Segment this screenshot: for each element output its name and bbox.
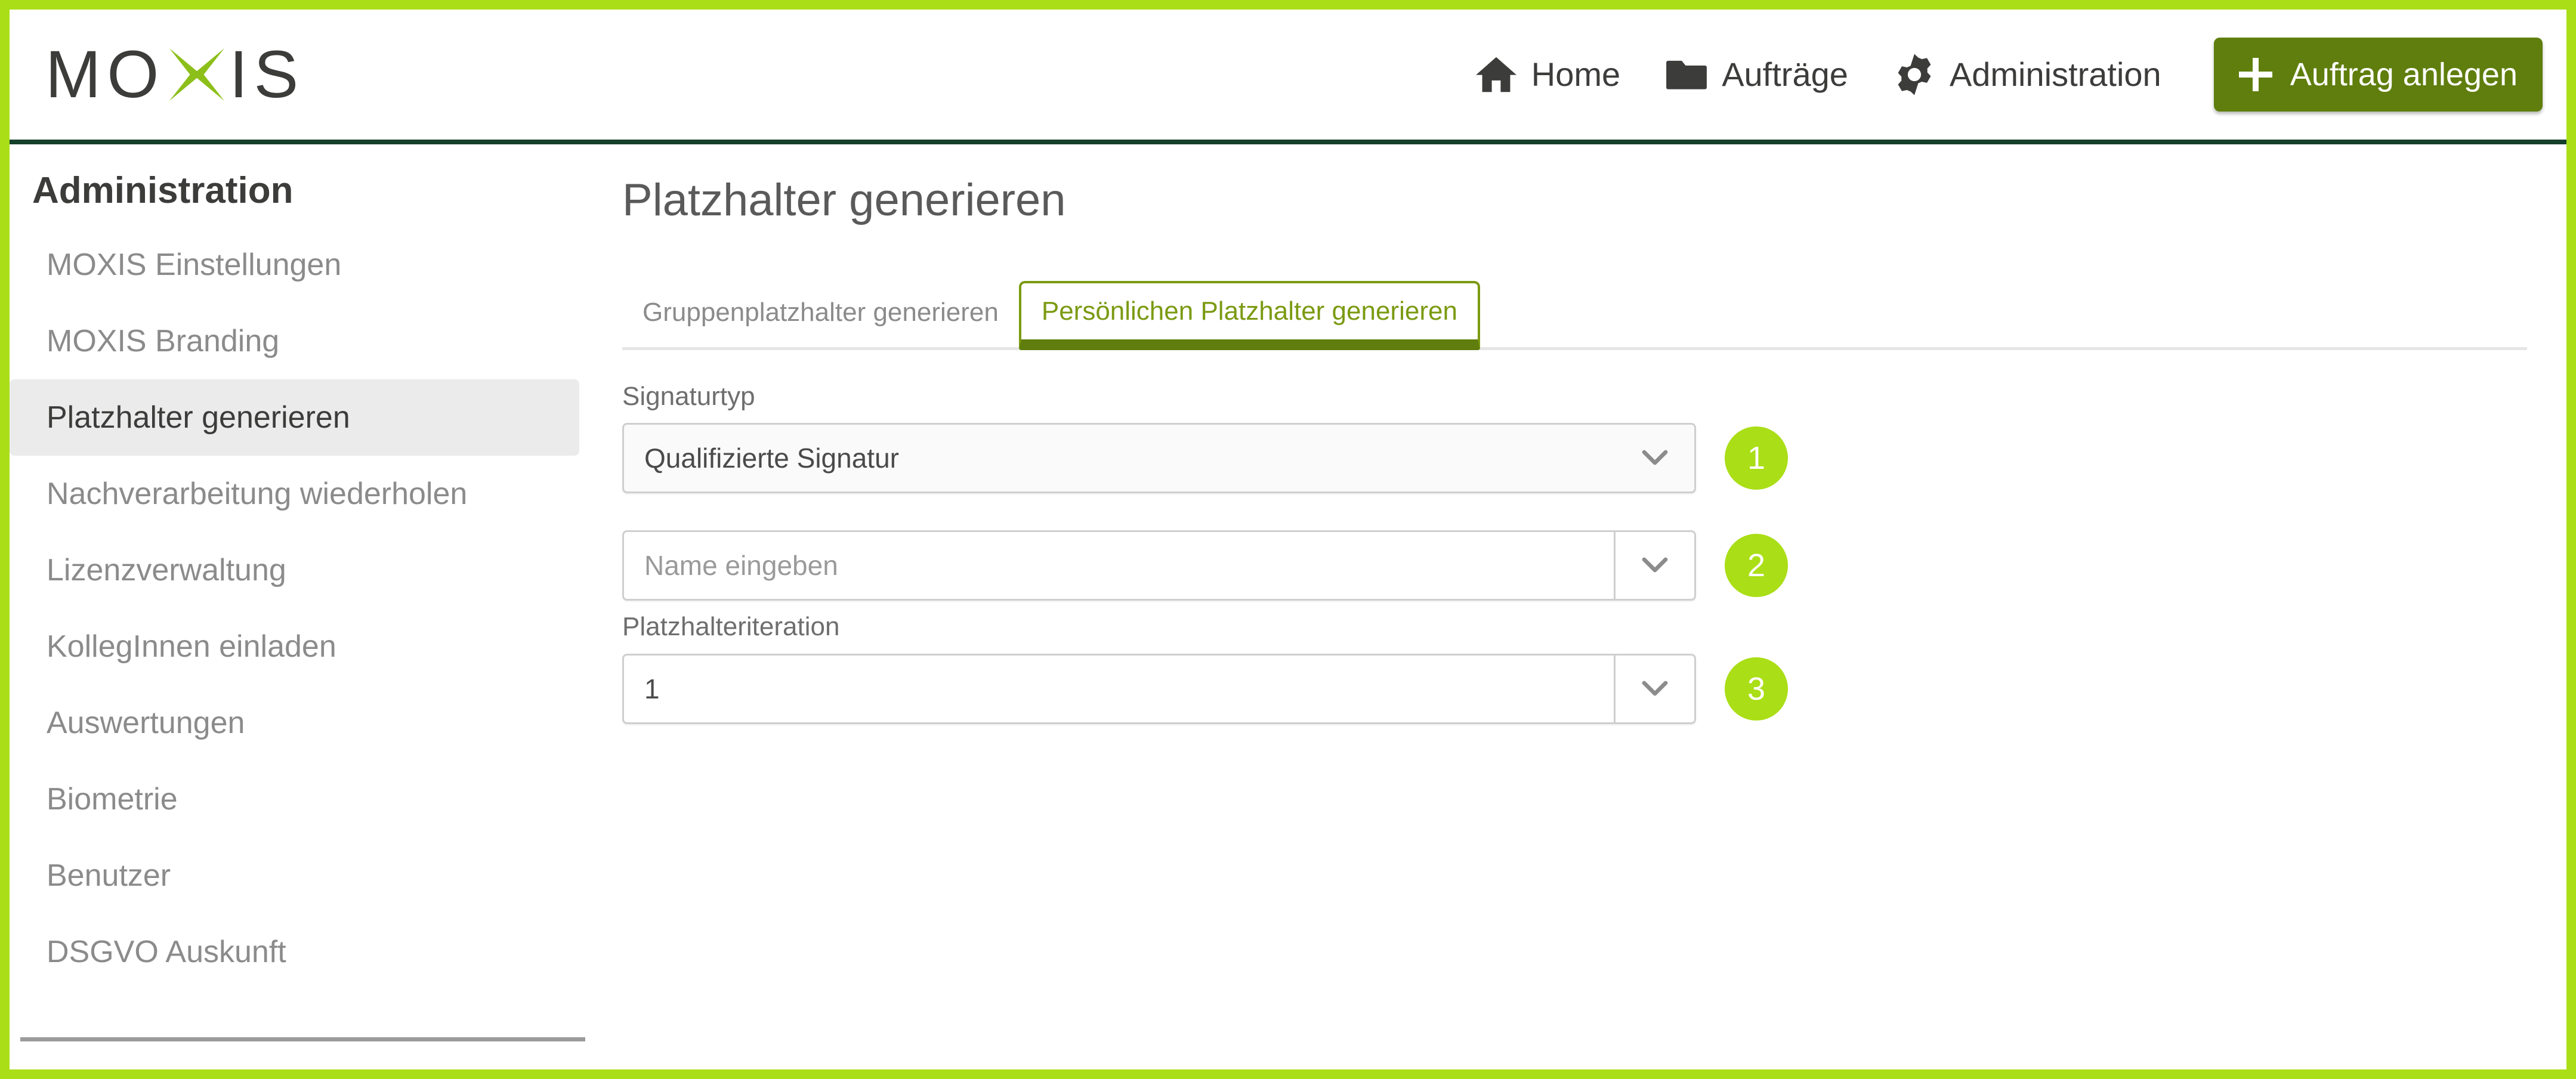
auftrag-anlegen-label: Auftrag anlegen: [2290, 57, 2518, 92]
folder-icon: [1664, 52, 1709, 97]
sidebar-item-label: Auswertungen: [47, 706, 245, 741]
sidebar-item-nachverarbeitung-wiederholen[interactable]: Nachverarbeitung wiederholen: [10, 456, 579, 532]
sidebar-item-moxis-branding[interactable]: MOXIS Branding: [10, 303, 579, 379]
chevron-down-icon[interactable]: [1614, 532, 1694, 599]
header-nav: Home Aufträge Administration Auftrag anl…: [1430, 38, 2543, 112]
name-select[interactable]: Name eingeben: [622, 530, 1696, 601]
sidebar-item-label: DSGVO Auskunft: [47, 935, 286, 970]
tab-label: Gruppenplatzhalter generieren: [643, 297, 999, 327]
auftrag-anlegen-button[interactable]: Auftrag anlegen: [2213, 38, 2543, 112]
platzhalteriteration-value: 1: [644, 673, 660, 705]
row-name: Name eingeben 2: [622, 530, 2566, 601]
sidebar-item-kolleginnen-einladen[interactable]: KollegInnen einladen: [10, 608, 579, 685]
tab-persoenlichen-platzhalter-generieren[interactable]: Persönlichen Platzhalter generieren: [1018, 280, 1480, 350]
label-signaturtyp: Signaturtyp: [622, 381, 755, 411]
logo-text-before: MO: [45, 37, 165, 112]
home-icon: [1474, 52, 1518, 97]
gear-icon: [1892, 52, 1936, 97]
sidebar-title: Administration: [32, 170, 294, 211]
platzhalteriteration-select[interactable]: 1: [622, 654, 1696, 725]
logo-text-after: IS: [229, 37, 305, 112]
sidebar-item-label: Lizenzverwaltung: [47, 553, 286, 588]
sidebar-item-moxis-einstellungen[interactable]: MOXIS Einstellungen: [10, 227, 579, 303]
plus-icon: [2238, 58, 2272, 91]
app-viewport: MO IS Home Aufträge Administration Auftr…: [0, 0, 2576, 1079]
chevron-down-icon[interactable]: [1616, 425, 1694, 491]
chevron-down-icon[interactable]: [1614, 656, 1694, 723]
signaturtyp-value: Qualifizierte Signatur: [644, 443, 899, 474]
page-body: Administration MOXIS Einstellungen MOXIS…: [10, 149, 2566, 1069]
row-signaturtyp: Qualifizierte Signatur 1: [622, 423, 2566, 494]
tab-bar: Gruppenplatzhalter generieren Persönlich…: [622, 278, 2527, 350]
nav-item-auftraege[interactable]: Aufträge: [1664, 52, 1848, 97]
sidebar-item-label: Biometrie: [47, 782, 178, 817]
main-content: Platzhalter generieren Gruppenplatzhalte…: [585, 149, 2566, 1069]
sidebar-list: MOXIS Einstellungen MOXIS Branding Platz…: [10, 227, 585, 990]
nav-item-home[interactable]: Home: [1474, 52, 1620, 97]
sidebar-item-label: Platzhalter generieren: [47, 400, 350, 435]
name-value: Name eingeben: [644, 550, 838, 582]
step-badge-2: 2: [1725, 534, 1788, 598]
step-badge-1: 1: [1725, 426, 1788, 490]
sidebar-item-lizenzverwaltung[interactable]: Lizenzverwaltung: [10, 532, 579, 608]
signaturtyp-select[interactable]: Qualifizierte Signatur: [622, 423, 1696, 494]
sidebar-item-label: KollegInnen einladen: [47, 629, 336, 664]
tab-label: Persönlichen Platzhalter generieren: [1041, 296, 1457, 326]
moxis-x-mark-icon: [168, 46, 226, 103]
sidebar-item-label: Benutzer: [47, 858, 171, 894]
nav-item-administration[interactable]: Administration: [1892, 52, 2161, 97]
nav-label-home: Home: [1531, 55, 1621, 93]
logo-wordmark: MO IS: [45, 41, 304, 108]
app-header: MO IS Home Aufträge Administration Auftr…: [10, 10, 2566, 144]
sidebar-divider: [20, 1037, 585, 1041]
sidebar-item-dsgvo-auskunft[interactable]: DSGVO Auskunft: [10, 914, 579, 990]
nav-label-administration: Administration: [1949, 55, 2161, 93]
sidebar-item-benutzer[interactable]: Benutzer: [10, 837, 579, 914]
sidebar-item-auswertungen[interactable]: Auswertungen: [10, 685, 579, 761]
label-platzhalteriteration: Platzhalteriteration: [622, 612, 840, 642]
row-platzhalteriteration: 1 3: [622, 654, 2566, 725]
nav-label-auftraege: Aufträge: [1722, 55, 1848, 93]
tab-gruppenplatzhalter-generieren[interactable]: Gruppenplatzhalter generieren: [622, 278, 1019, 347]
sidebar-item-label: Nachverarbeitung wiederholen: [47, 477, 468, 512]
sidebar-item-label: MOXIS Branding: [47, 324, 280, 359]
sidebar-item-biometrie[interactable]: Biometrie: [10, 761, 579, 837]
page-title: Platzhalter generieren: [622, 175, 1066, 225]
sidebar: Administration MOXIS Einstellungen MOXIS…: [10, 149, 585, 1069]
moxis-logo[interactable]: MO IS: [45, 41, 304, 108]
sidebar-item-platzhalter-generieren[interactable]: Platzhalter generieren: [10, 379, 579, 456]
step-badge-3: 3: [1725, 657, 1788, 721]
sidebar-item-label: MOXIS Einstellungen: [47, 248, 342, 283]
placeholder-form: Signaturtyp Qualifizierte Signatur 1 Nam…: [622, 350, 2566, 725]
